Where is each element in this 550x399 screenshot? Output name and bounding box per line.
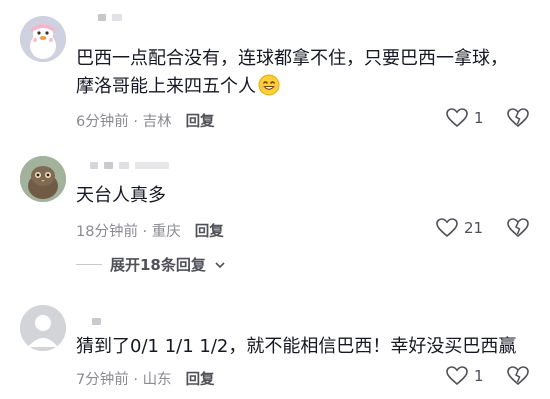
expand-replies-label: 展开18条回复	[110, 256, 206, 274]
divider	[76, 264, 102, 265]
comment-item: 猜到了0/1 1/1 1/2，就不能相信巴西！幸好没买巴西赢 7分钟前 · 山东…	[0, 290, 550, 399]
reply-button[interactable]: 回复	[195, 224, 224, 240]
comment-meta: 6分钟前 · 吉林 回复	[76, 114, 215, 130]
like-count: 1	[474, 109, 484, 127]
like-button[interactable]: 1	[446, 108, 484, 128]
like-button[interactable]: 21	[436, 218, 483, 238]
comment-item: 天台人真多 18分钟前 · 重庆 回复 21	[0, 140, 550, 250]
like-button[interactable]: 1	[446, 366, 484, 386]
broken-heart-icon	[507, 108, 529, 128]
comment-meta: 18分钟前 · 重庆 回复	[76, 224, 224, 240]
heart-icon	[446, 108, 468, 128]
username-blurred[interactable]	[92, 316, 101, 326]
heart-icon	[436, 218, 458, 238]
username-blurred[interactable]	[98, 12, 122, 22]
avatar[interactable]	[20, 16, 66, 62]
comment-text: 天台人真多	[76, 185, 166, 206]
avatar[interactable]	[20, 305, 66, 351]
comment-text: 巴西一点配合没有，连球都拿不住，只要巴西一拿球，	[76, 48, 508, 69]
like-count: 21	[464, 219, 484, 237]
dislike-button[interactable]	[507, 108, 529, 128]
expand-replies-button[interactable]: 展开18条回复	[76, 254, 226, 275]
username-blurred[interactable]	[90, 160, 169, 170]
comment-text-line2: 摩洛哥能上来四五个人	[76, 73, 280, 101]
broken-heart-icon	[507, 218, 529, 238]
heart-icon	[446, 366, 468, 386]
chevron-down-icon	[214, 259, 226, 271]
dislike-button[interactable]	[507, 366, 529, 386]
comment-item: 巴西一点配合没有，连球都拿不住，只要巴西一拿球， 摩洛哥能上来四五个人 6分钟前…	[0, 0, 550, 140]
like-count: 1	[474, 367, 484, 385]
reply-button[interactable]: 回复	[186, 372, 215, 388]
broken-heart-icon	[507, 366, 529, 386]
reply-button[interactable]: 回复	[186, 114, 215, 130]
comment-meta: 7分钟前 · 山东 回复	[76, 372, 215, 388]
comment-text: 猜到了0/1 1/1 1/2，就不能相信巴西！幸好没买巴西赢	[76, 336, 517, 357]
dislike-button[interactable]	[507, 218, 529, 238]
avatar[interactable]	[20, 156, 66, 202]
grinning-emoji-icon	[258, 74, 280, 96]
